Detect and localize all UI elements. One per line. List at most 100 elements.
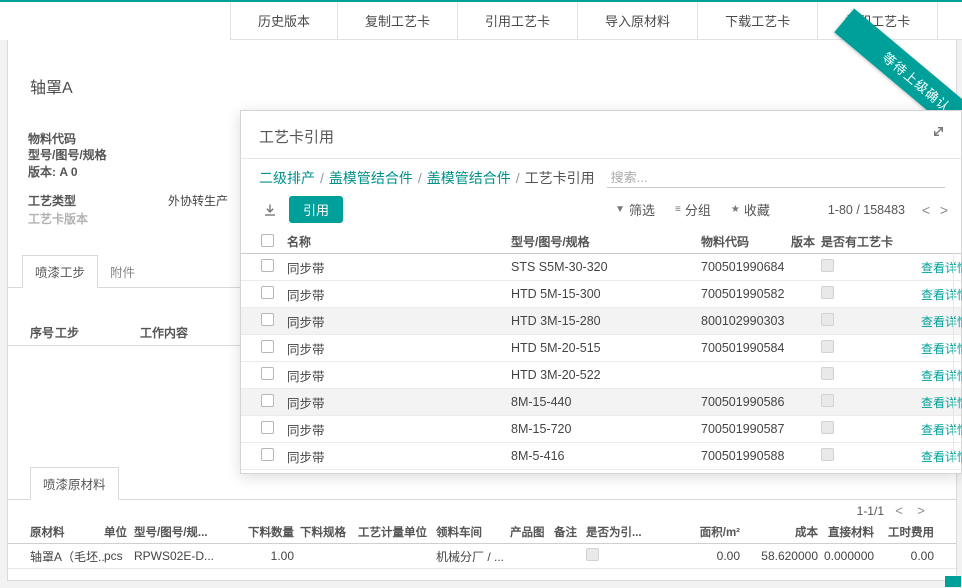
search-input[interactable] [607, 168, 945, 188]
scrollbar-thumb[interactable] [945, 576, 961, 587]
top-accent-line [0, 0, 962, 2]
view-details-link[interactable]: 查看详情 [921, 421, 962, 438]
has-card-checkbox [821, 259, 834, 272]
table-row[interactable]: 同步带 8M-5-416 700501990588 查看详情 [241, 443, 961, 470]
tab-paint-materials[interactable]: 喷漆原材料 [30, 467, 119, 500]
view-details-link[interactable]: 查看详情 [921, 340, 962, 357]
dialog-controls: 引用 ▼ 筛选 ≡ 分组 ★ 收藏 1-80 / 158483 < > [241, 191, 961, 230]
col-workshop: 领料车间 [436, 524, 510, 540]
select-all-checkbox[interactable] [261, 234, 274, 247]
reference-process-card-button[interactable]: 引用工艺卡 [457, 2, 577, 39]
modal-scrollbar[interactable] [953, 253, 954, 463]
breadcrumb: 二级排产 / 盖模管结合件 / 盖模管结合件 / 工艺卡引用 [241, 159, 961, 191]
materials-prev-page-icon[interactable]: < [892, 503, 906, 518]
col-version: 版本 [791, 233, 821, 250]
view-details-link[interactable]: 查看详情 [921, 394, 962, 411]
toolbar-spacer [0, 2, 230, 40]
table-row[interactable]: 同步带 8M-15-720 700501990587 查看详情 [241, 416, 961, 443]
group-icon: ≡ [675, 204, 681, 215]
row-spec: STS S5M-30-320 [511, 260, 701, 274]
breadcrumb-item-2[interactable]: 盖模管结合件 [329, 168, 413, 188]
row-spec: HTD 3M-15-280 [511, 314, 701, 328]
materials-table: 原材料 单位 型号/图号/规... 下料数量 下料规格 工艺计量单位 领料车间 … [8, 520, 956, 569]
col-cut-spec: 下料规格 [300, 524, 358, 540]
reference-table: 名称 型号/图号/规格 物料代码 版本 是否有工艺卡 同步带 STS S5M-3… [241, 230, 961, 470]
col-cost: 成本 [746, 524, 824, 540]
download-icon[interactable] [259, 201, 281, 219]
table-row[interactable]: 同步带 8M-15-440 700501990586 查看详情 [241, 389, 961, 416]
row-checkbox[interactable] [261, 367, 274, 380]
breadcrumb-item-3[interactable]: 盖模管结合件 [427, 168, 511, 188]
materials-row[interactable]: 轴罩A（毛坯... pcs RPWS02E-D... 1.00 机械分厂 / .… [8, 544, 956, 569]
col-is-reference: 是否为引... [586, 524, 644, 540]
row-code: 700501990586 [701, 395, 791, 409]
materials-tabs: 喷漆原材料 [8, 472, 956, 500]
table-row[interactable]: 同步带 HTD 3M-15-280 800102990303 查看详情 [241, 308, 961, 335]
next-page-icon[interactable]: > [935, 202, 953, 218]
reference-dialog: 工艺卡引用 二级排产 / 盖模管结合件 / 盖模管结合件 / 工艺卡引用 引用 … [240, 110, 962, 474]
record-title: 轴罩A [30, 74, 73, 98]
col-product-image: 产品图 [510, 524, 554, 540]
view-details-link[interactable]: 查看详情 [921, 259, 962, 276]
view-details-link[interactable]: 查看详情 [921, 367, 962, 384]
history-version-button[interactable]: 历史版本 [230, 2, 337, 39]
expand-icon[interactable] [932, 125, 945, 143]
col-direct-material: 直接材料 [824, 524, 880, 540]
row-checkbox[interactable] [261, 259, 274, 272]
tab-paint-steps[interactable]: 喷漆工步 [22, 255, 98, 288]
breadcrumb-item-current: 工艺卡引用 [525, 168, 595, 188]
tab-attachments[interactable]: 附件 [98, 256, 147, 287]
favorite-button[interactable]: ★ 收藏 [731, 200, 770, 219]
view-details-link[interactable]: 查看详情 [921, 313, 962, 330]
table-row[interactable]: 同步带 HTD 5M-20-515 700501990584 查看详情 [241, 335, 961, 362]
has-card-checkbox [821, 340, 834, 353]
row-checkbox[interactable] [261, 313, 274, 326]
view-details-link[interactable]: 查看详情 [921, 448, 962, 465]
row-name: 同步带 [287, 447, 511, 466]
row-checkbox[interactable] [261, 286, 274, 299]
steps-table-header: 序号 工步 工作内容 [8, 320, 240, 346]
row-checkbox[interactable] [261, 340, 274, 353]
material-workshop: 机械分厂 / ... [436, 548, 510, 565]
page: 历史版本 复制工艺卡 引用工艺卡 导入原材料 下载工艺卡 打印工艺卡 等待上级确… [0, 0, 962, 588]
view-details-link[interactable]: 查看详情 [921, 286, 962, 303]
breadcrumb-item-1[interactable]: 二级排产 [259, 168, 315, 188]
favorite-label: 收藏 [744, 200, 770, 219]
group-button[interactable]: ≡ 分组 [675, 200, 711, 219]
materials-next-page-icon[interactable]: > [914, 503, 928, 518]
copy-process-card-button[interactable]: 复制工艺卡 [337, 2, 457, 39]
has-card-checkbox [821, 367, 834, 380]
table-row[interactable]: 同步带 HTD 3M-20-522 查看详情 [241, 362, 961, 389]
group-label: 分组 [685, 200, 711, 219]
has-card-checkbox [821, 448, 834, 461]
table-row[interactable]: 同步带 HTD 5M-15-300 700501990582 查看详情 [241, 281, 961, 308]
download-process-card-button[interactable]: 下载工艺卡 [697, 2, 817, 39]
import-raw-material-button[interactable]: 导入原材料 [577, 2, 697, 39]
has-card-checkbox [821, 421, 834, 434]
pagination-range: 1-80 / 158483 [828, 203, 905, 217]
row-name: 同步带 [287, 285, 511, 304]
material-labor: 0.00 [880, 549, 940, 563]
row-checkbox[interactable] [261, 394, 274, 407]
dialog-title: 工艺卡引用 [259, 129, 334, 146]
reference-button[interactable]: 引用 [289, 196, 343, 223]
row-name: 同步带 [287, 258, 511, 277]
material-name: 轴罩A（毛坯... [30, 548, 104, 565]
col-code: 物料代码 [701, 233, 791, 250]
filter-button[interactable]: ▼ 筛选 [615, 200, 655, 219]
row-spec: 8M-15-720 [511, 422, 701, 436]
star-icon: ★ [731, 204, 740, 215]
prev-page-icon[interactable]: < [917, 202, 935, 218]
col-spec: 型号/图号/规格 [511, 233, 701, 250]
row-name: 同步带 [287, 339, 511, 358]
breadcrumb-separator: / [511, 170, 525, 186]
col-cut-qty: 下料数量 [236, 524, 300, 540]
row-name: 同步带 [287, 420, 511, 439]
row-checkbox[interactable] [261, 448, 274, 461]
row-checkbox[interactable] [261, 421, 274, 434]
toolbar: 历史版本 复制工艺卡 引用工艺卡 导入原材料 下载工艺卡 打印工艺卡 [0, 2, 962, 40]
table-row[interactable]: 同步带 STS S5M-30-320 700501990684 查看详情 [241, 254, 961, 281]
row-code: 700501990588 [701, 449, 791, 463]
col-labor-cost: 工时费用 [880, 524, 940, 540]
table-header-row: 名称 型号/图号/规格 物料代码 版本 是否有工艺卡 [241, 230, 961, 254]
